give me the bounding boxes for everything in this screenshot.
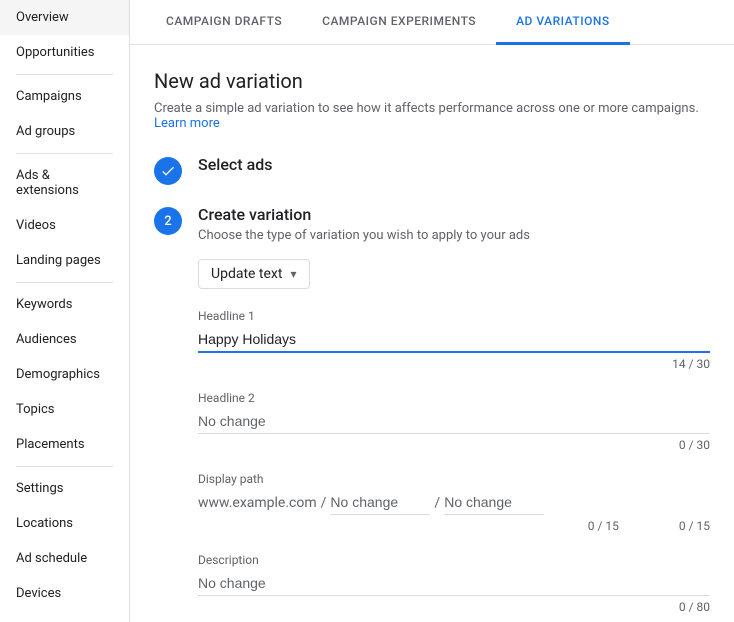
sidebar: Overview Opportunities Campaigns Ad grou… — [0, 0, 130, 622]
tab-ad-variations[interactable]: AD VARIATIONS — [496, 0, 630, 45]
headline1-label: Headline 1 — [198, 309, 710, 323]
display-path-row: www.example.com / / — [198, 490, 710, 515]
display-path-slash-1: / — [321, 495, 327, 511]
headline2-input[interactable] — [198, 409, 710, 434]
checkmark-icon — [160, 163, 176, 179]
headline2-counter: 0 / 30 — [198, 438, 710, 452]
sidebar-item-opportunities[interactable]: Opportunities — [0, 35, 129, 70]
main-content: CAMPAIGN DRAFTS CAMPAIGN EXPERIMENTS AD … — [130, 0, 734, 622]
content-area: New ad variation Create a simple ad vari… — [130, 45, 734, 622]
sidebar-item-keywords[interactable]: Keywords — [0, 287, 129, 322]
tab-campaign-experiments[interactable]: CAMPAIGN EXPERIMENTS — [302, 0, 496, 45]
step-2-label: Create variation — [198, 205, 710, 224]
display-path-label: Display path — [198, 472, 710, 486]
description-group: Description 0 / 80 — [198, 553, 710, 614]
sidebar-item-landing-pages[interactable]: Landing pages — [0, 243, 129, 278]
variation-type-value: Update text — [211, 266, 282, 282]
step-1-content: Select ads — [198, 155, 710, 178]
sidebar-item-audiences[interactable]: Audiences — [0, 322, 129, 357]
display-path-counters: 0 / 15 0 / 15 — [198, 519, 710, 533]
display-path-counter-1: 0 / 15 — [588, 519, 619, 533]
display-path-input-1[interactable] — [330, 490, 430, 515]
sidebar-divider-1 — [16, 74, 113, 75]
sidebar-item-settings[interactable]: Settings — [0, 471, 129, 506]
step-1-label: Select ads — [198, 155, 710, 174]
headline1-group: Headline 1 14 / 30 — [198, 309, 710, 371]
chevron-down-icon: ▾ — [290, 267, 296, 281]
headline1-counter: 14 / 30 — [198, 357, 710, 371]
display-path-counter-2: 0 / 15 — [679, 519, 710, 533]
sidebar-item-demographics[interactable]: Demographics — [0, 357, 129, 392]
sidebar-divider-4 — [16, 466, 113, 467]
sidebar-divider-2 — [16, 153, 113, 154]
step-1: Select ads — [154, 155, 710, 185]
description-counter: 0 / 80 — [198, 600, 710, 614]
headline2-group: Headline 2 0 / 30 — [198, 391, 710, 452]
sidebar-item-ad-schedule[interactable]: Ad schedule — [0, 541, 129, 576]
tab-campaign-drafts[interactable]: CAMPAIGN DRAFTS — [146, 0, 302, 45]
description-label: Description — [198, 553, 710, 567]
sidebar-divider-3 — [16, 282, 113, 283]
sidebar-item-devices[interactable]: Devices — [0, 576, 129, 611]
step-2-icon: 2 — [154, 207, 182, 235]
description-input[interactable] — [198, 571, 710, 596]
learn-more-link[interactable]: Learn more — [154, 116, 220, 131]
display-path-static: www.example.com — [198, 495, 317, 511]
sidebar-item-topics[interactable]: Topics — [0, 392, 129, 427]
display-path-slash-2: / — [434, 495, 440, 511]
sidebar-item-ads-extensions[interactable]: Ads & extensions — [0, 158, 129, 208]
step-2: 2 Create variation Choose the type of va… — [154, 205, 710, 622]
step-1-icon — [154, 157, 182, 185]
tab-bar: CAMPAIGN DRAFTS CAMPAIGN EXPERIMENTS AD … — [130, 0, 734, 45]
sidebar-item-ad-groups[interactable]: Ad groups — [0, 114, 129, 149]
sidebar-item-videos[interactable]: Videos — [0, 208, 129, 243]
sidebar-item-placements[interactable]: Placements — [0, 427, 129, 462]
display-path-group: Display path www.example.com / / 0 / 15 … — [198, 472, 710, 533]
headline2-label: Headline 2 — [198, 391, 710, 405]
page-title: New ad variation — [154, 69, 710, 93]
variation-type-dropdown[interactable]: Update text ▾ — [198, 259, 310, 289]
sidebar-item-overview[interactable]: Overview — [0, 0, 129, 35]
headline1-input[interactable] — [198, 327, 710, 353]
sidebar-item-campaigns[interactable]: Campaigns — [0, 79, 129, 114]
page-subtitle: Create a simple ad variation to see how … — [154, 101, 710, 131]
sidebar-item-locations[interactable]: Locations — [0, 506, 129, 541]
step-2-content: Create variation Choose the type of vari… — [198, 205, 710, 622]
display-path-input-2[interactable] — [444, 490, 544, 515]
step-2-description: Choose the type of variation you wish to… — [198, 228, 710, 243]
